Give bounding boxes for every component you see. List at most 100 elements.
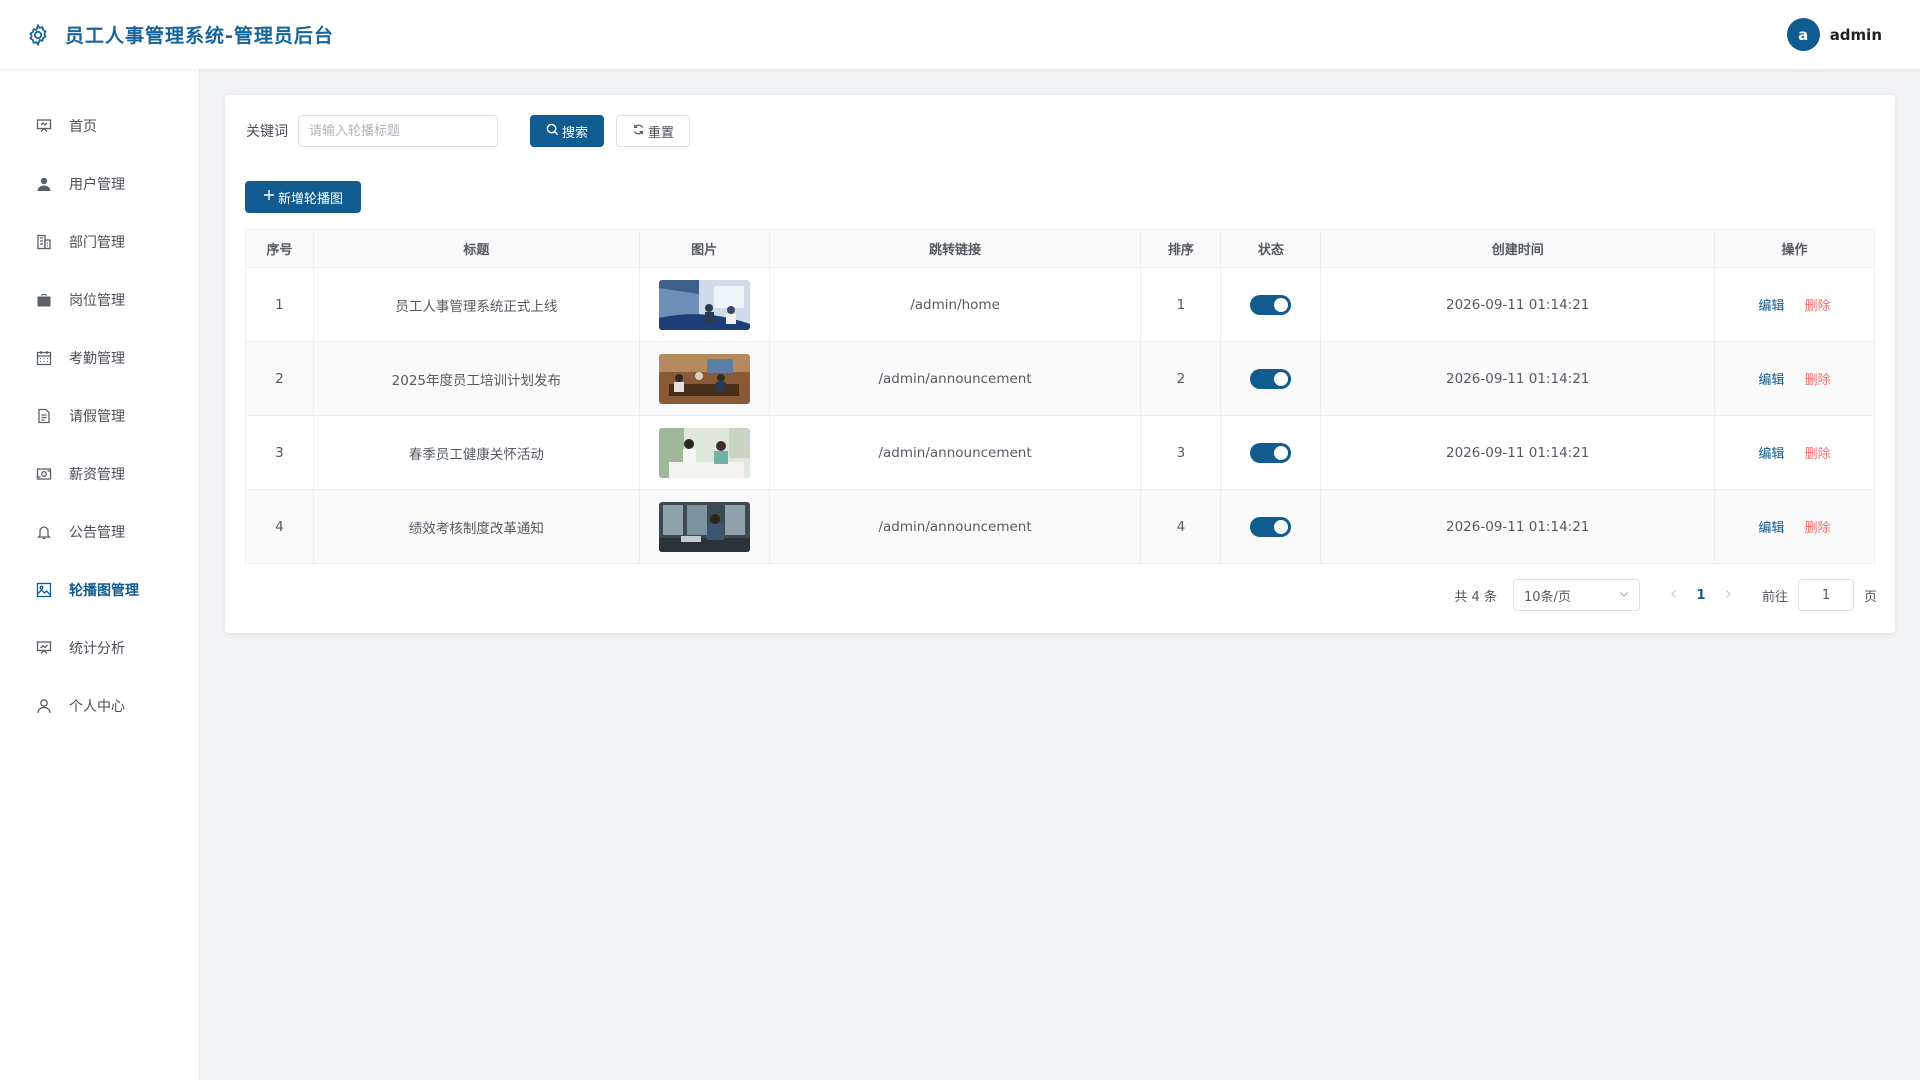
sidebar-item-users[interactable]: 用户管理 [0,155,199,213]
table-row: 4 绩效考核制度改革通知 /admin/announcement 4 2026-… [245,489,1875,564]
person-icon [35,697,53,715]
delete-button[interactable]: 删除 [1805,299,1831,314]
row-image-cell [638,489,770,564]
table-header-row: 序号 标题 图片 跳转链接 排序 状态 创建时间 操作 [245,229,1875,268]
username[interactable]: admin [1830,26,1882,44]
sidebar-item-departments[interactable]: 部门管理 [0,213,199,271]
sidebar-item-label: 薪资管理 [69,467,125,483]
column-header[interactable]: 序号 [245,229,314,268]
row-status-cell [1220,341,1322,416]
row-title: 绩效考核制度改革通知 [312,489,640,564]
edit-button[interactable]: 编辑 [1758,373,1784,388]
sidebar-item-label: 岗位管理 [69,293,125,309]
table-row: 1 员工人事管理系统正式上线 /admin/home 1 2026-09-11 … [245,267,1875,342]
column-header[interactable]: 图片 [638,229,770,268]
carousel-thumbnail[interactable] [658,279,750,330]
column-header[interactable]: 标题 [312,229,640,268]
search-form: 关键词 搜索 重置 [246,115,690,147]
delete-button[interactable]: 删除 [1805,447,1831,462]
add-carousel-button[interactable]: 新增轮播图 [245,181,361,213]
keyword-input[interactable] [298,115,498,147]
page-number[interactable]: 1 [1686,588,1716,603]
carousel-thumbnail[interactable] [658,353,750,404]
edit-button[interactable]: 编辑 [1758,447,1784,462]
sidebar-item-home[interactable]: 首页 [0,97,199,155]
row-index: 4 [245,489,314,564]
next-page-button[interactable] [1716,588,1740,603]
total-count: 共 4 条 [1454,589,1497,605]
search-button[interactable]: 搜索 [530,115,604,147]
sidebar-item-label: 请假管理 [69,409,125,425]
row-sort: 3 [1140,415,1222,490]
gear-icon [25,22,51,48]
row-title: 春季员工健康关怀活动 [312,415,640,490]
column-header[interactable]: 创建时间 [1320,229,1716,268]
column-header[interactable]: 跳转链接 [768,229,1142,268]
document-icon [35,407,53,425]
sidebar-item-label: 首页 [69,119,97,135]
page-size-select[interactable]: 10条/页 [1512,579,1640,611]
keyword-label: 关键词 [246,124,288,140]
column-header[interactable]: 操作 [1714,229,1875,268]
edit-button[interactable]: 编辑 [1758,299,1784,314]
sidebar-item-announcements[interactable]: 公告管理 [0,503,199,561]
pagination: 共 4 条 10条/页 1 前往 页 [1454,579,1877,611]
sidebar-item-profile[interactable]: 个人中心 [0,677,199,735]
avatar[interactable]: a [1786,18,1820,51]
carousel-thumbnail[interactable] [658,501,750,552]
sidebar-item-carousel[interactable]: 轮播图管理 [0,561,199,619]
delete-button[interactable]: 删除 [1805,373,1831,388]
column-header[interactable]: 状态 [1220,229,1322,268]
edit-button[interactable]: 编辑 [1758,521,1784,536]
sidebar-item-attendance[interactable]: 考勤管理 [0,329,199,387]
add-button-label: 新增轮播图 [277,191,343,207]
row-sort: 2 [1140,341,1222,416]
status-toggle[interactable] [1250,442,1292,463]
carousel-table: 序号 标题 图片 跳转链接 排序 状态 创建时间 操作 1 员工人事管理系统正式… [245,229,1875,564]
bell-icon [35,523,53,541]
table-row: 2 2025年度员工培训计划发布 /admin/announcement 2 2… [245,341,1875,416]
row-status-cell [1220,489,1322,564]
row-sort: 1 [1140,267,1222,342]
refresh-icon [632,123,648,140]
row-created: 2026-09-11 01:14:21 [1320,489,1716,564]
delete-button[interactable]: 删除 [1805,521,1831,536]
row-status-cell [1220,267,1322,342]
money-icon [35,465,53,483]
row-image-cell [638,415,770,490]
row-link: /admin/home [768,267,1142,342]
row-index: 1 [245,267,314,342]
page-suffix: 页 [1863,589,1877,605]
sidebar-item-statistics[interactable]: 统计分析 [0,619,199,677]
status-toggle[interactable] [1250,368,1292,389]
carousel-thumbnail[interactable] [658,427,750,478]
row-actions: 编辑 删除 [1714,415,1875,490]
page-size-value: 10条/页 [1523,589,1571,605]
reset-button[interactable]: 重置 [616,115,690,147]
sidebar-item-label: 用户管理 [69,177,125,193]
chart-icon [35,639,53,657]
carousel-list-card: 关键词 搜索 重置 新增轮播图 序号 标题 图片 跳转链接 排序 状态 创建时间… [225,95,1895,633]
sidebar-item-label: 轮播图管理 [69,583,139,599]
goto-page-input[interactable] [1797,579,1854,611]
prev-page-button[interactable] [1662,588,1686,603]
sidebar-item-leave[interactable]: 请假管理 [0,387,199,445]
row-image-cell [638,267,770,342]
row-link: /admin/announcement [768,341,1142,416]
row-actions: 编辑 删除 [1714,267,1875,342]
sidebar-item-salary[interactable]: 薪资管理 [0,445,199,503]
status-toggle[interactable] [1250,516,1292,537]
calendar-icon [35,349,53,367]
sidebar-item-label: 个人中心 [69,699,125,715]
row-actions: 编辑 删除 [1714,489,1875,564]
status-toggle[interactable] [1250,294,1292,315]
column-header[interactable]: 排序 [1140,229,1222,268]
user-menu[interactable]: a admin [1786,18,1882,51]
row-title: 员工人事管理系统正式上线 [312,267,640,342]
sidebar-item-label: 统计分析 [69,641,125,657]
sidebar-item-label: 考勤管理 [69,351,125,367]
row-status-cell [1220,415,1322,490]
sidebar-item-positions[interactable]: 岗位管理 [0,271,199,329]
sidebar: 首页 用户管理 部门管理 岗位管理 考勤管理 请假管理 薪资管理 公告管理 轮播… [0,69,200,1080]
top-header: 员工人事管理系统-管理员后台 a admin [0,0,1920,69]
